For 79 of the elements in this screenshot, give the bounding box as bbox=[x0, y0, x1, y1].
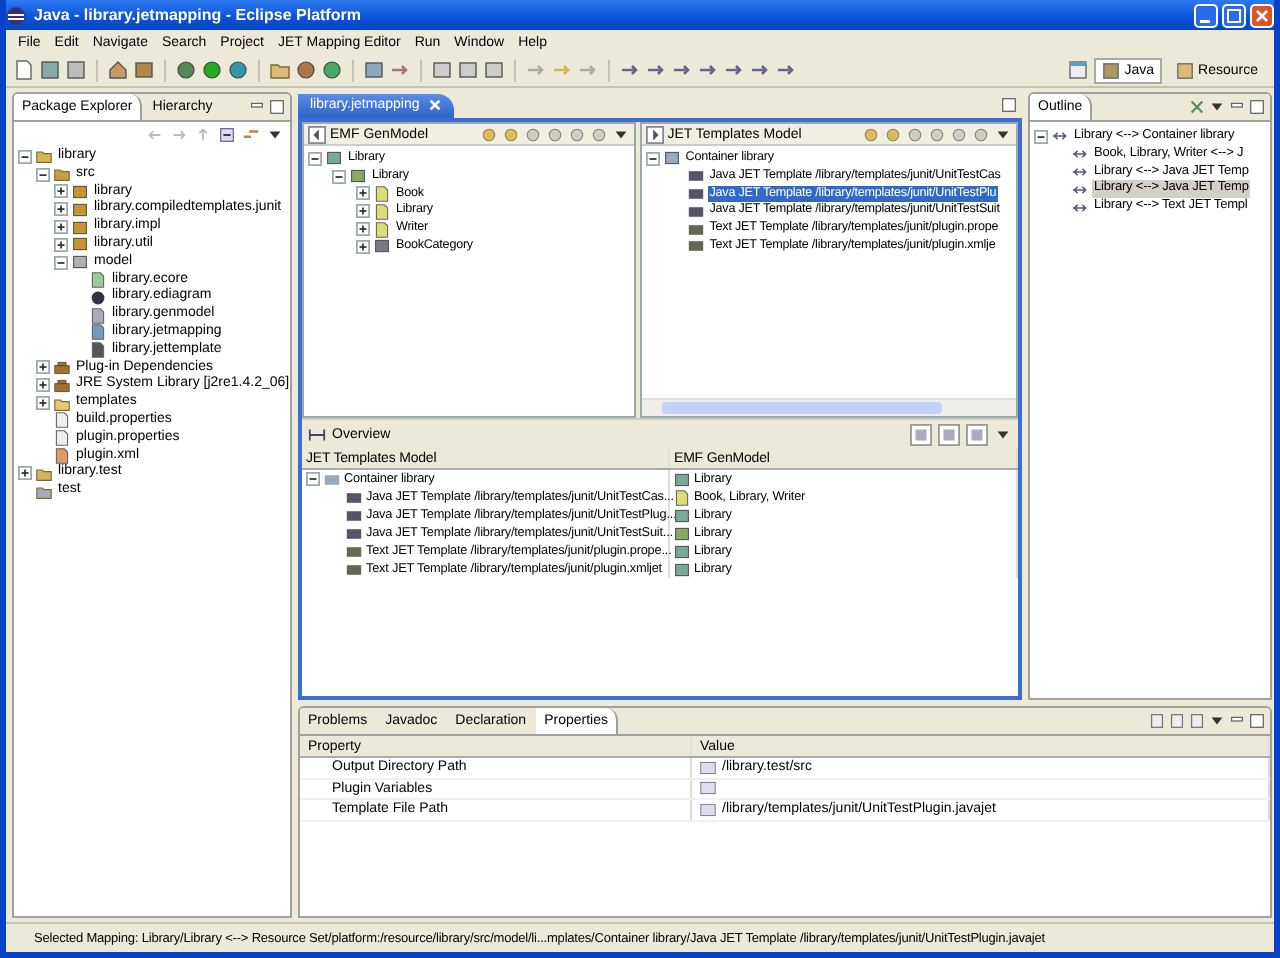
collapse-toggle[interactable] bbox=[645, 151, 660, 166]
xml-file-icon bbox=[54, 447, 70, 464]
project-folder-icon bbox=[36, 148, 52, 165]
box-icon[interactable] bbox=[432, 60, 452, 80]
pane-toggle-icon[interactable] bbox=[645, 125, 664, 143]
expand-toggle[interactable] bbox=[54, 220, 68, 235]
collapse-all-icon[interactable] bbox=[218, 126, 236, 144]
house-icon[interactable] bbox=[108, 60, 128, 80]
model-file-icon bbox=[90, 271, 106, 288]
maximize-button[interactable] bbox=[1222, 3, 1246, 27]
toolbar-icon[interactable] bbox=[938, 423, 960, 445]
expand-toggle[interactable] bbox=[54, 184, 68, 199]
package-icon bbox=[674, 525, 690, 541]
project-folder-icon bbox=[36, 465, 52, 482]
view-menu-icon[interactable] bbox=[611, 125, 630, 143]
mapping-icon[interactable] bbox=[672, 60, 692, 80]
maximize-icon[interactable] bbox=[1248, 712, 1266, 730]
model-icon bbox=[674, 507, 690, 523]
collapse-toggle[interactable] bbox=[332, 169, 346, 184]
expand-toggle[interactable] bbox=[356, 204, 370, 219]
model-icon bbox=[326, 150, 342, 167]
folder-icon bbox=[54, 395, 70, 412]
collapse-toggle[interactable] bbox=[36, 167, 50, 182]
view-menu-icon[interactable] bbox=[994, 425, 1012, 443]
container-icon bbox=[663, 150, 680, 167]
expand-toggle[interactable] bbox=[36, 396, 50, 411]
close-icon[interactable] bbox=[427, 98, 442, 112]
package-icon[interactable] bbox=[134, 60, 154, 80]
pane-toggle-icon[interactable] bbox=[308, 125, 326, 143]
mapping-icon[interactable] bbox=[646, 60, 666, 80]
expand-toggle[interactable] bbox=[356, 222, 370, 237]
collapse-toggle[interactable] bbox=[306, 472, 320, 486]
model-icon bbox=[674, 471, 690, 487]
toolbar-icon[interactable] bbox=[910, 423, 932, 445]
eclipse-icon bbox=[6, 5, 26, 25]
window-title: Java - library.jetmapping - Eclipse Platform bbox=[34, 6, 361, 24]
maximize-icon[interactable] bbox=[1000, 96, 1018, 114]
close-button[interactable] bbox=[1250, 3, 1274, 27]
minimize-button[interactable] bbox=[1194, 3, 1218, 27]
enum-icon bbox=[374, 238, 390, 255]
new-file-icon[interactable] bbox=[14, 60, 34, 80]
mapping-icon[interactable] bbox=[776, 60, 796, 80]
expand-toggle[interactable] bbox=[36, 378, 50, 393]
box-icon[interactable] bbox=[484, 60, 504, 80]
expand-toggle[interactable] bbox=[356, 186, 370, 201]
expand-toggle[interactable] bbox=[356, 239, 370, 254]
container-icon bbox=[324, 471, 340, 487]
overview-icon bbox=[308, 425, 326, 443]
expand-toggle[interactable] bbox=[36, 360, 50, 375]
view-menu-icon[interactable] bbox=[266, 126, 284, 144]
collapse-toggle[interactable] bbox=[1034, 129, 1048, 144]
expand-toggle[interactable] bbox=[54, 237, 68, 252]
mapping-icon[interactable] bbox=[620, 60, 640, 80]
view-menu-icon[interactable] bbox=[994, 125, 1012, 143]
view-menu-icon[interactable] bbox=[1208, 98, 1226, 116]
mapping-icon[interactable] bbox=[724, 60, 744, 80]
template-file-icon bbox=[90, 342, 106, 359]
mapping-icon[interactable] bbox=[750, 60, 770, 80]
closed-project-icon bbox=[36, 483, 52, 500]
scrollbar[interactable] bbox=[641, 398, 1016, 416]
expand-toggle[interactable] bbox=[18, 466, 32, 481]
view-menu-icon[interactable] bbox=[1208, 712, 1226, 730]
package-icon bbox=[350, 168, 366, 185]
maximize-icon[interactable] bbox=[1248, 98, 1266, 116]
model-file-icon bbox=[90, 307, 106, 324]
box-icon[interactable] bbox=[458, 60, 478, 80]
expand-toggle[interactable] bbox=[54, 202, 68, 217]
mapping-file-icon bbox=[90, 324, 106, 341]
mapping-icon[interactable] bbox=[698, 60, 718, 80]
collapse-toggle[interactable] bbox=[308, 151, 322, 166]
diagram-icon bbox=[90, 289, 106, 306]
collapse-toggle[interactable] bbox=[54, 255, 68, 270]
mapping-link-icon bbox=[1052, 128, 1068, 145]
open-perspective-icon[interactable] bbox=[1068, 60, 1089, 80]
source-folder-icon bbox=[54, 166, 70, 183]
maximize-icon[interactable] bbox=[268, 98, 286, 116]
folder-icon bbox=[1176, 61, 1195, 79]
collapse-toggle[interactable] bbox=[18, 149, 32, 164]
folder-icon[interactable] bbox=[270, 60, 290, 80]
